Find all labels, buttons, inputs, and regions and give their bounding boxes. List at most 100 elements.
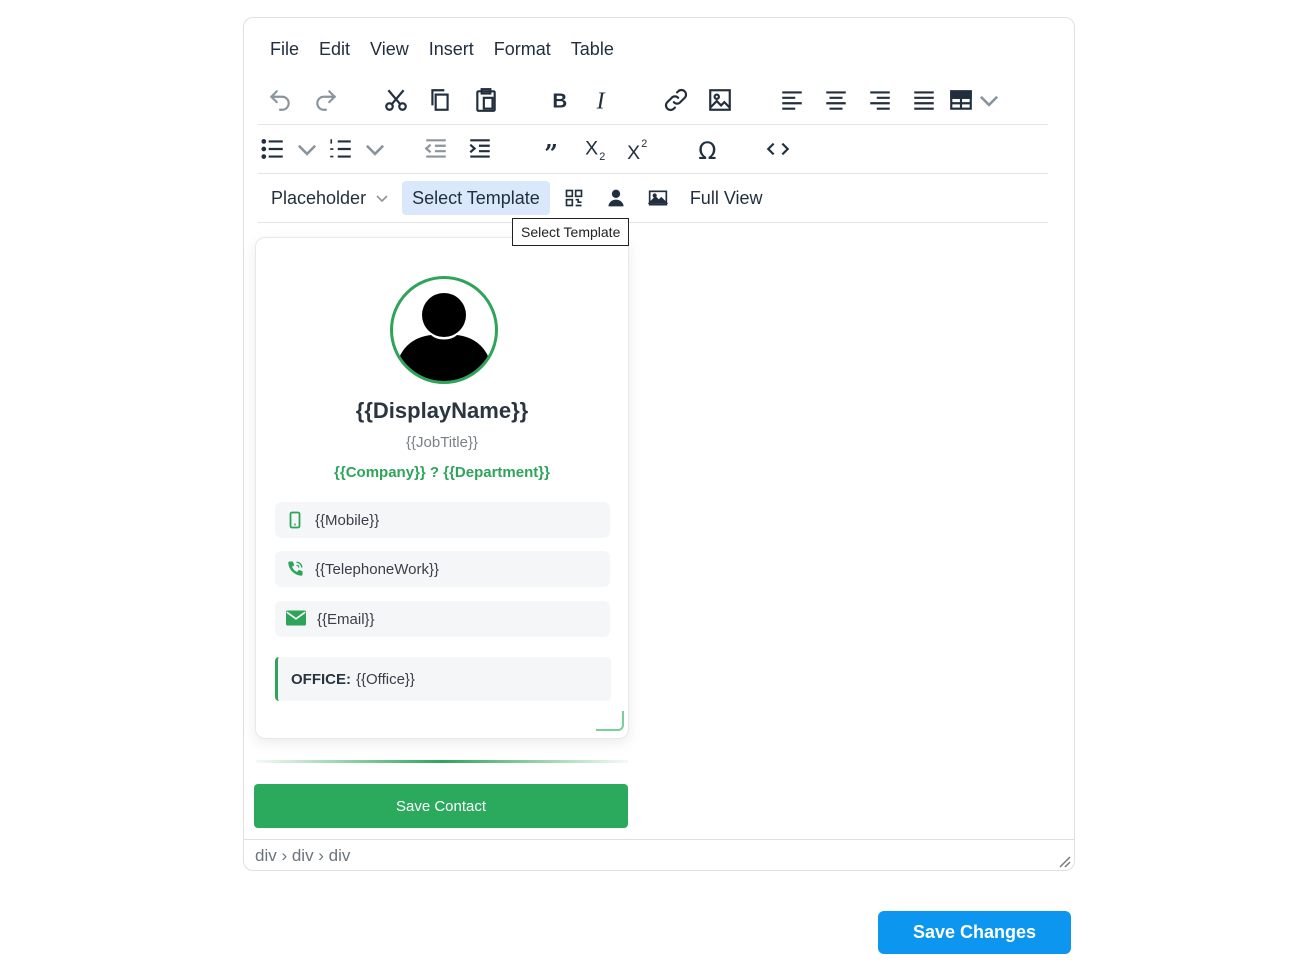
- menu-format[interactable]: Format: [484, 37, 561, 62]
- bold-icon: B: [552, 90, 567, 113]
- image-icon: [709, 89, 731, 111]
- svg-text:2: 2: [599, 151, 605, 162]
- chevron-down-icon: [979, 95, 999, 107]
- italic-icon: I: [596, 89, 606, 113]
- email-field: {{Email}}: [275, 601, 610, 637]
- telephone-field: {{TelephoneWork}}: [275, 551, 610, 587]
- copy-icon: [431, 89, 449, 111]
- svg-text:B: B: [552, 90, 567, 113]
- menu-table[interactable]: Table: [561, 37, 624, 62]
- blockquote-icon: ”: [544, 140, 558, 162]
- job-title: {{JobTitle}}: [405, 434, 478, 451]
- subscript-button[interactable]: X2: [576, 131, 616, 167]
- align-left-icon: [782, 91, 802, 110]
- cut-icon: [385, 89, 407, 111]
- undo-button[interactable]: [260, 82, 300, 118]
- special-char-icon: Ω: [698, 137, 716, 162]
- full-view-button[interactable]: Full View: [680, 181, 773, 215]
- undo-icon: [269, 90, 290, 111]
- user-silhouette-icon: [395, 293, 493, 381]
- align-center-icon: [826, 91, 846, 110]
- numbered-list-button[interactable]: [328, 131, 388, 167]
- svg-text:Ω: Ω: [698, 137, 716, 162]
- justify-button[interactable]: [904, 82, 944, 118]
- superscript-button[interactable]: X2: [618, 131, 658, 167]
- chevron-down-icon: [297, 144, 317, 156]
- email-value: {{Email}}: [317, 610, 375, 628]
- svg-text:2: 2: [641, 138, 647, 150]
- envelope-icon: [286, 610, 306, 628]
- save-changes-button[interactable]: Save Changes: [878, 911, 1071, 954]
- align-right-button[interactable]: [860, 82, 900, 118]
- contact-card: {{DisplayName}} {{JobTitle}} {{Company}}…: [255, 237, 629, 739]
- italic-button[interactable]: I: [582, 82, 622, 118]
- mobile-value: {{Mobile}}: [315, 511, 380, 529]
- source-code-icon: [766, 142, 790, 156]
- svg-text:”: ”: [544, 140, 558, 162]
- outdent-icon: [424, 139, 446, 158]
- menu-view[interactable]: View: [360, 37, 419, 62]
- menubar: File Edit View Insert Format Table: [260, 37, 624, 62]
- indent-button[interactable]: [460, 131, 500, 167]
- source-code-button[interactable]: [758, 131, 798, 167]
- special-character-button[interactable]: Ω: [688, 131, 728, 167]
- save-contact-button[interactable]: Save Contact: [254, 784, 628, 828]
- paste-icon: [476, 88, 496, 112]
- svg-text:X: X: [585, 137, 598, 159]
- office-value: {{Office}}: [356, 670, 415, 688]
- link-icon: [664, 88, 688, 112]
- menu-file[interactable]: File: [260, 37, 309, 62]
- qr-code-button[interactable]: [554, 180, 594, 216]
- telephone-value: {{TelephoneWork}}: [315, 560, 439, 578]
- toolbar-row-2: ” X2 X2 Ω: [258, 125, 1048, 174]
- copy-button[interactable]: [420, 82, 460, 118]
- svg-text:I: I: [596, 89, 606, 113]
- menu-insert[interactable]: Insert: [419, 37, 484, 62]
- numbered-list-icon: [330, 139, 351, 158]
- chevron-down-icon: [376, 195, 388, 203]
- menu-edit[interactable]: Edit: [309, 37, 360, 62]
- toolbar-row-1: B I: [258, 76, 1048, 125]
- align-right-icon: [870, 91, 890, 110]
- rich-text-editor: File Edit View Insert Format Table B I ”…: [243, 17, 1075, 871]
- link-button[interactable]: [656, 82, 696, 118]
- table-icon: [950, 90, 972, 110]
- user-button[interactable]: [596, 180, 636, 216]
- indent-icon: [469, 139, 490, 158]
- bullet-list-button[interactable]: [260, 131, 320, 167]
- superscript-icon: X2: [627, 138, 647, 162]
- align-center-button[interactable]: [816, 82, 856, 118]
- avatar: [390, 276, 498, 384]
- mobile-icon: [286, 511, 304, 529]
- align-left-button[interactable]: [772, 82, 812, 118]
- mobile-field: {{Mobile}}: [275, 502, 610, 538]
- qr-code-icon: [565, 189, 583, 207]
- subscript-icon: X2: [585, 137, 605, 162]
- insert-image-button[interactable]: [700, 82, 740, 118]
- toolbar-row-3: Placeholder Select Template Full View: [258, 174, 1048, 223]
- outdent-button[interactable]: [416, 131, 456, 167]
- green-divider: [256, 760, 628, 763]
- justify-icon: [914, 91, 934, 110]
- chevron-down-icon: [365, 144, 385, 156]
- insert-picture-button[interactable]: [638, 180, 678, 216]
- card-corner-accent: [596, 711, 624, 731]
- company-department: {{Company}} ? {{Department}}: [334, 464, 550, 481]
- redo-button[interactable]: [306, 82, 346, 118]
- resize-handle-icon[interactable]: [1057, 854, 1071, 868]
- blockquote-button[interactable]: ”: [534, 131, 574, 167]
- bold-button[interactable]: B: [540, 82, 580, 118]
- placeholder-dropdown[interactable]: Placeholder: [258, 181, 400, 215]
- editor-content[interactable]: {{DisplayName}} {{JobTitle}} {{Company}}…: [244, 226, 1074, 838]
- user-icon: [608, 189, 624, 207]
- bullet-list-icon: [261, 139, 283, 159]
- svg-text:X: X: [627, 142, 640, 162]
- element-path[interactable]: div › div › div: [255, 846, 350, 866]
- select-template-tooltip: Select Template: [512, 218, 630, 246]
- table-button[interactable]: [948, 82, 1002, 118]
- paste-button[interactable]: [466, 82, 506, 118]
- select-template-button[interactable]: Select Template: [402, 181, 550, 215]
- placeholder-label: Placeholder: [271, 187, 367, 208]
- picture-icon: [647, 190, 668, 206]
- cut-button[interactable]: [376, 82, 416, 118]
